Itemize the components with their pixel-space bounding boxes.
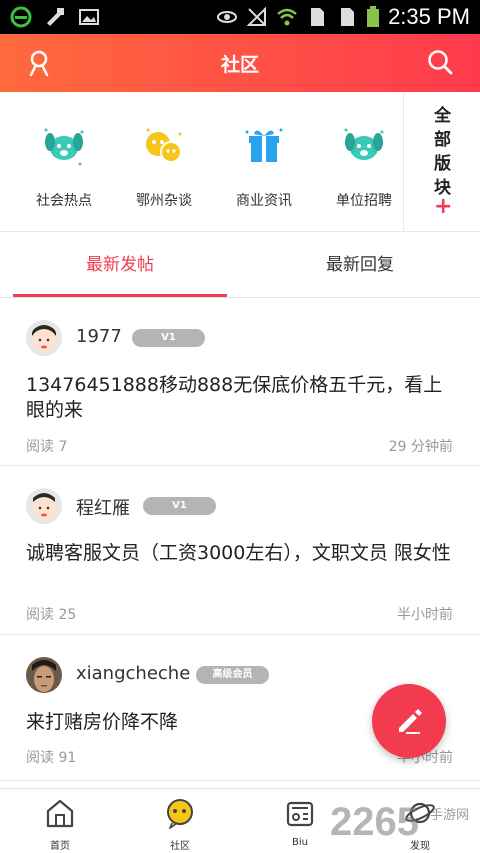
pencil-icon [399, 709, 422, 734]
tab-latest-posts[interactable]: 最新发帖 [0, 232, 240, 298]
avatar[interactable] [26, 657, 62, 693]
member-badge: 高级会员 [196, 666, 269, 684]
post-username[interactable]: 1977 [76, 326, 122, 347]
all-sections-button[interactable]: 全部版块 + [403, 92, 480, 232]
category-row: 社会热点 鄂州杂谈 商业资讯 单位招聘 全部版块 + [0, 92, 480, 232]
active-tab-indicator [13, 294, 227, 297]
avatar[interactable] [26, 488, 62, 524]
wifi-icon [277, 8, 297, 26]
level-badge: V1 [132, 329, 205, 347]
status-bar: 2:35 PM [0, 0, 480, 34]
level-badge: V1 [143, 497, 216, 515]
emoji-chat-icon [146, 128, 182, 163]
compose-post-button[interactable] [372, 684, 446, 758]
post-item[interactable]: 1977 V1 13476451888移动888无保底价格五千元，看上眼的来 阅… [0, 298, 480, 466]
category-label: 商业资讯 [236, 193, 292, 209]
category-label: 社会热点 [36, 193, 92, 209]
post-username[interactable]: xiangcheche [76, 663, 190, 684]
post-read-count: 阅读 91 [26, 750, 77, 766]
dog-icon [344, 128, 384, 160]
biu-icon [286, 801, 314, 827]
plus-icon: + [434, 194, 453, 219]
page-title: 社区 [220, 54, 259, 76]
nav-community[interactable]: 社区 [120, 789, 240, 853]
all-sections-label: 全部版块 [434, 106, 451, 198]
gift-icon [245, 128, 283, 162]
category-item[interactable]: 鄂州杂谈 [114, 92, 214, 232]
watermark-text: 2265 [330, 800, 419, 844]
sim-icon [311, 8, 325, 26]
post-time: 29 分钟前 [388, 439, 453, 455]
category-item[interactable]: 社会热点 [14, 92, 114, 232]
home-icon [46, 799, 74, 828]
category-item[interactable]: 单位招聘 [314, 92, 414, 232]
post-title[interactable]: 诚聘客服文员（工资3000左右），文职文员 限女性 [26, 541, 456, 566]
community-icon [167, 799, 193, 829]
post-username[interactable]: 程红雁 [76, 494, 130, 520]
nav-label: 首页 [50, 841, 70, 852]
category-label: 单位招聘 [336, 193, 392, 209]
tools-icon [47, 8, 64, 26]
post-read-count: 阅读 25 [26, 607, 77, 623]
post-item[interactable]: 程红雁 V1 诚聘客服文员（工资3000左右），文职文员 限女性 阅读 25 半… [0, 466, 480, 635]
watermark-subtext: 手游网 [430, 808, 470, 823]
nav-label: 社区 [170, 841, 190, 852]
tab-latest-replies[interactable]: 最新回复 [240, 232, 480, 298]
sim-icon [341, 8, 355, 26]
e-browser-icon [10, 6, 32, 28]
post-tabs: 最新发帖 最新回复 [0, 232, 480, 298]
no-signal-icon [246, 6, 267, 26]
post-read-count: 阅读 7 [26, 439, 68, 455]
image-icon [79, 9, 99, 25]
post-title[interactable]: 13476451888移动888无保底价格五千元，看上眼的来 [26, 373, 456, 423]
nav-home[interactable]: 首页 [0, 789, 120, 853]
search-icon[interactable] [426, 48, 454, 76]
battery-icon [367, 6, 380, 27]
site-watermark: 2265 手游网 [330, 800, 480, 850]
status-time: 2:35 PM [388, 4, 470, 29]
eye-icon [217, 11, 238, 23]
category-item[interactable]: 商业资讯 [214, 92, 314, 232]
post-time: 半小时前 [397, 607, 453, 623]
app-header: 社区 [0, 34, 480, 92]
category-label: 鄂州杂谈 [136, 193, 192, 209]
dog-icon [44, 128, 84, 166]
avatar[interactable] [26, 320, 62, 356]
